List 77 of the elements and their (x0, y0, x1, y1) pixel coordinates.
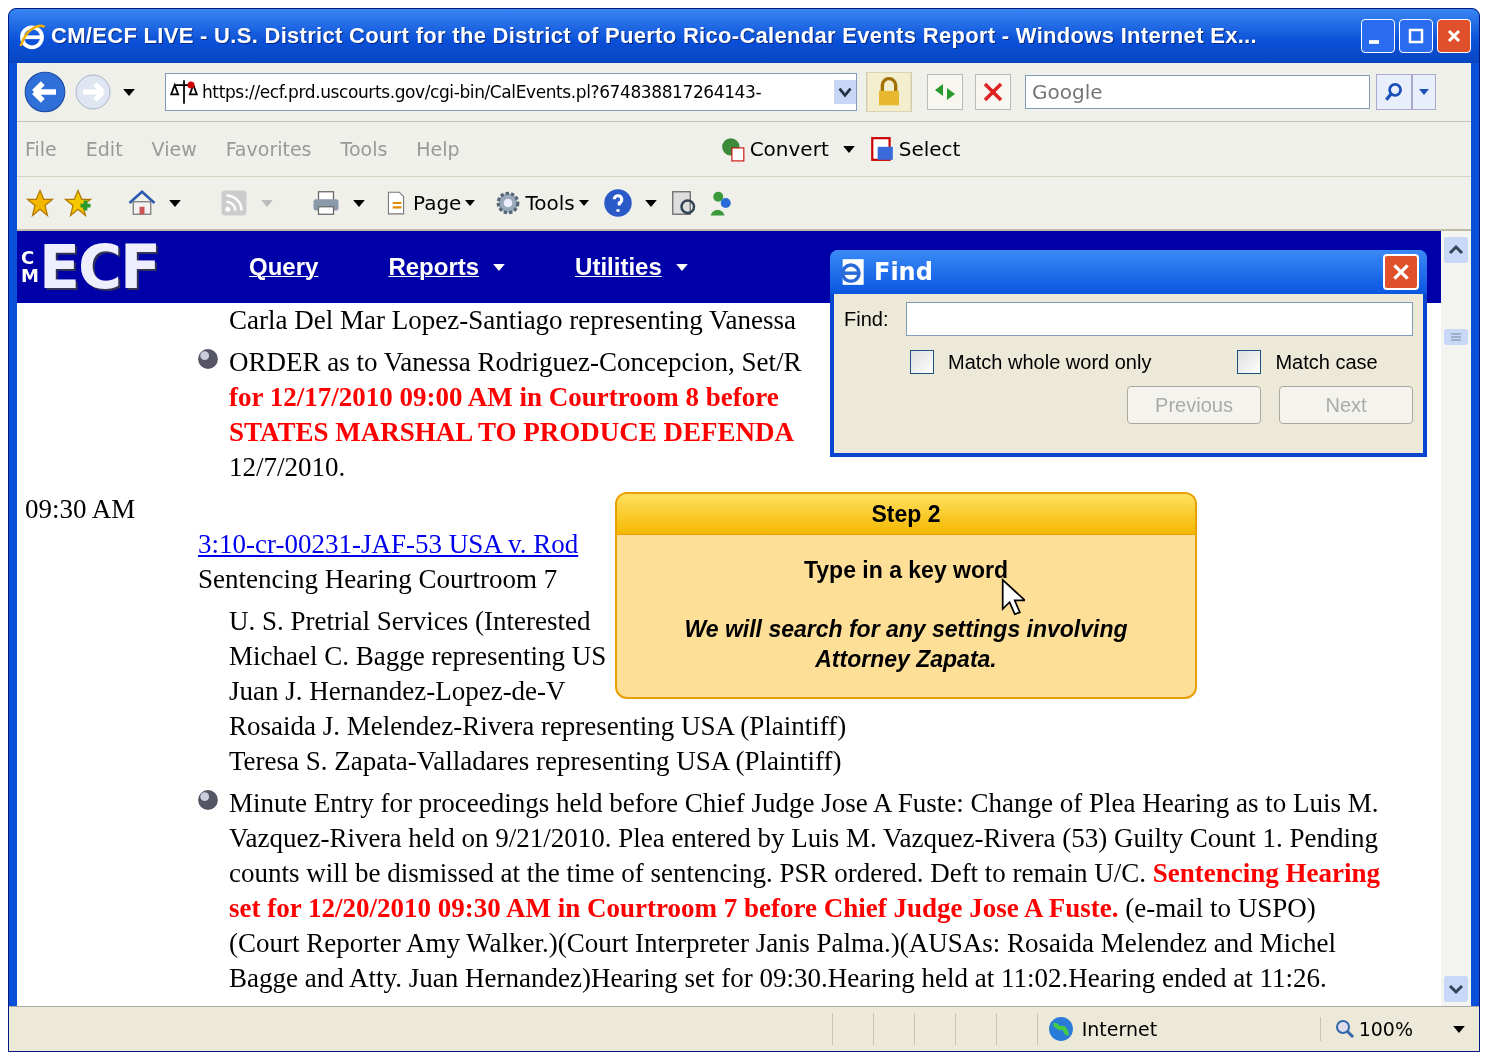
option-checkbox[interactable]: Match case (1237, 350, 1378, 374)
scrollbar[interactable] (1441, 231, 1471, 1006)
security-zone: Internet (1081, 1018, 1158, 1040)
gear-icon (495, 190, 522, 216)
globe-icon (197, 789, 219, 811)
dialog-title: Find (874, 258, 934, 286)
scales-icon (170, 78, 198, 106)
globe-icon (197, 348, 219, 370)
zoom-button[interactable]: 100% (1319, 1017, 1419, 1041)
party-text: Michael C. Bagge representing US (229, 640, 607, 673)
close-icon (1390, 261, 1412, 283)
select-button[interactable]: Select (862, 136, 967, 162)
back-button[interactable] (23, 70, 67, 114)
scroll-thumb[interactable] (1444, 329, 1468, 345)
party-text: Carla Del Mar Lopez-Santiago representing Vanessa (229, 304, 797, 337)
minimize-button[interactable] (1361, 19, 1395, 53)
docket-entry-text: ORDER as to Vanessa Rodriguez-Concepcion, Set/R for 12/17/2010 09:00 AM in Courtroom 8 before STATES MARSHAL TO PRODUCE DEFENDA 12/7/2010. (229, 346, 802, 484)
search-options-button[interactable] (1412, 74, 1436, 110)
search-field[interactable]: Google (1025, 75, 1370, 109)
home-icon[interactable] (127, 188, 157, 218)
caret-icon[interactable] (123, 88, 135, 96)
page-menu-button[interactable]: Page (377, 190, 482, 216)
mouse-cursor-icon (1001, 578, 1025, 616)
printer-icon[interactable] (311, 188, 341, 218)
star-icon[interactable] (25, 188, 55, 218)
site-logo[interactable]: ECF (39, 232, 159, 302)
party-text: Rosaida J. Melendez-Rivera representing USA (Plaintiff) (229, 710, 847, 743)
address-field[interactable]: https://ecf.prd.uscourts.gov/cgi-bin/CalEvents.pl?674838817264143- (165, 73, 857, 111)
globe-icon (1047, 1016, 1074, 1042)
magnifier-icon (1334, 1019, 1355, 1039)
nav-menu-item[interactable]: Utilities (575, 253, 688, 281)
window-title: CM/ECF LIVE - U.S. District Court for the District of Puerto Rico-Calendar Events Report - Windows Internet Ex... (51, 23, 1258, 49)
stop-icon[interactable] (975, 74, 1011, 110)
caret-icon[interactable] (1453, 1025, 1465, 1033)
nav-menu-item[interactable]: Reports (388, 253, 506, 281)
find-label: Find: (844, 307, 889, 331)
scroll-up-icon[interactable] (1444, 237, 1468, 263)
event-time: 09:30 AM (25, 493, 136, 526)
callout-heading: Type in a key word (802, 557, 1010, 584)
search-button[interactable] (1376, 74, 1412, 110)
option-checkbox[interactable]: Match whole word only (910, 350, 1152, 374)
party-text: Juan J. Hernandez-Lopez-de-V (229, 675, 566, 708)
help-icon[interactable] (602, 188, 633, 218)
event-text: Sentencing Hearing Courtroom 7 (197, 563, 558, 596)
case-link[interactable]: 3:10-cr-00231-JAF-53 USA v. Rod (198, 529, 579, 559)
nav-menu-item[interactable]: Query (249, 253, 319, 281)
globe-document-icon (719, 136, 746, 162)
caret-icon (493, 263, 506, 271)
add-favorite-icon[interactable] (63, 188, 93, 218)
browser-logo-icon (838, 258, 866, 286)
callout-title: Step 2 (617, 494, 1195, 535)
caret-icon[interactable] (842, 145, 855, 153)
party-text: U. S. Pretrial Services (Interested (229, 605, 591, 638)
caret-icon (465, 200, 476, 206)
find-field[interactable] (906, 302, 1413, 336)
caret-icon (1419, 89, 1429, 95)
maximize-icon (1406, 26, 1426, 46)
close-button[interactable] (1437, 19, 1471, 53)
search-icon (1383, 81, 1405, 103)
caret-icon[interactable] (169, 199, 181, 207)
caret-icon[interactable] (644, 199, 657, 207)
scroll-down-icon[interactable] (1444, 976, 1468, 1002)
refresh-icon[interactable] (927, 74, 963, 110)
padlock-icon[interactable] (863, 72, 915, 112)
document-icon (868, 136, 895, 162)
tools-menu-button[interactable]: Tools (489, 190, 595, 216)
docket-entry-text: Minute Entry for proceedings held before Chief Judge Jose A Fuste: Change of Plea Hearing as to Luis M. Vazquez-Rivera held on 9/21/2010. Plea entered by Luis M. Vazquez-Rivera (53) Guilty Count 1. Pending counts will be dismissed at the time of sentencing. PSR ordered. Deft to remain U/C. Sentencing Hearing set for 12/20/2010 09:30 AM in Courtroom 7 before Chief Judge Jose A Fuste. (e-mail to USPO) (Court Reporter Amy Walker.)(Court Interpreter Janis Palma.)(AUSAs: Rosaida Melendez and Michel Bagge and Atty. Juan Hernandez)Hearing set for 09:30.Hearing held at 11:02.Hearing ended at 11:26. (229, 787, 1381, 995)
caret-icon[interactable] (353, 199, 365, 207)
logo-side-text: CM (21, 249, 39, 285)
caret-icon (578, 200, 589, 206)
callout-note: We will search for any settings involving Attorney Zapata. (683, 615, 1129, 674)
minimize-icon (1369, 40, 1379, 44)
party-text: Teresa S. Zapata-Valladares representing USA (Plaintiff) (229, 745, 842, 778)
close-button[interactable] (1383, 254, 1419, 290)
maximize-button[interactable] (1399, 19, 1433, 53)
convert-button[interactable]: Convert (713, 136, 835, 162)
caret-icon (675, 263, 688, 271)
